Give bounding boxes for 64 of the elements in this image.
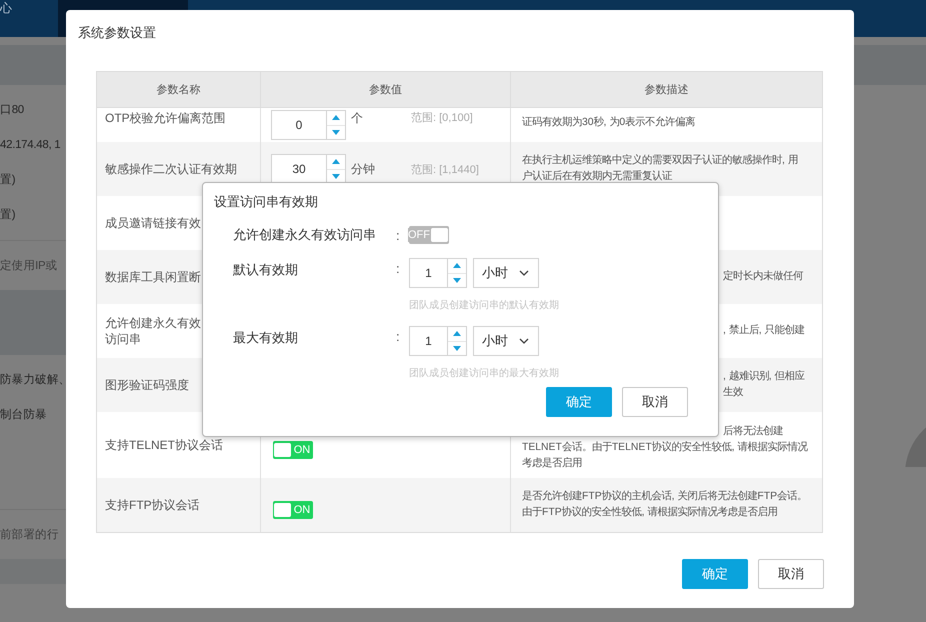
background-label: 42.174.48, 1 xyxy=(0,138,62,152)
parameter-description: , 越难识别, 但相应 生效 xyxy=(723,369,806,400)
parameter-description: TELNET会话。由于TELNET协议的安全性较低, 请根据实际情况 考虑是否启用 xyxy=(522,440,809,471)
unit-select[interactable]: 小时 xyxy=(473,258,539,288)
cancel-button[interactable]: 取消 xyxy=(758,559,824,589)
colon-text: : xyxy=(396,260,401,276)
chevron-down-icon xyxy=(519,338,529,344)
modal-title: 系统参数设置 xyxy=(78,24,156,41)
triangle-down-icon xyxy=(453,346,461,351)
field-label: 最大有效期 xyxy=(233,329,299,347)
field-label: 默认有效期 xyxy=(233,261,299,279)
parameter-name: 图形验证码强度 xyxy=(105,377,189,393)
section-header-band xyxy=(0,45,66,85)
number-field[interactable]: 30 xyxy=(271,154,326,184)
parameter-description: 在执行主机运维策略中定义的需要双因子认证的敏感操作时, 用 户认证后在有效期内无需重复认证 xyxy=(522,153,799,184)
range-hint: 范围: [1,1440] xyxy=(411,162,479,176)
parameter-description: 定时长内未做任何 xyxy=(723,269,804,284)
triangle-down-icon xyxy=(332,174,340,179)
background-label: 置) xyxy=(0,172,16,188)
field-label: 允许创建永久有效访问串 xyxy=(233,226,377,244)
parameter-name: 支持TELNET协议会话 xyxy=(105,437,224,453)
parameter-description: , 禁止后, 只能创建 xyxy=(723,323,806,338)
section-header-band xyxy=(854,45,926,85)
background-label: 防暴力破解、 xyxy=(0,372,66,388)
parameter-description: 证码有效期为30秒, 为0表示不允许偏离 xyxy=(522,115,696,130)
column-header: 参数值 xyxy=(261,72,511,107)
column-header: 参数名称 xyxy=(97,72,261,107)
parameter-name: 成员邀请链接有效 xyxy=(105,215,201,231)
unit-label: 个 xyxy=(351,110,364,127)
background-label: 制台防暴 xyxy=(0,408,48,423)
background-hint: 前部署的行 xyxy=(0,527,60,543)
parameter-name: 敏感操作二次认证有效期 xyxy=(105,161,237,177)
parameter-name: OTP校验允许偏离范围 xyxy=(105,110,226,126)
triangle-up-icon xyxy=(332,159,340,164)
parameter-name: 允许创建永久有效 访问串 xyxy=(105,315,201,347)
section-header-band xyxy=(0,290,66,355)
column-header: 参数描述 xyxy=(644,83,690,98)
unit-label: 分钟 xyxy=(351,160,376,178)
chevron-down-icon xyxy=(519,270,529,276)
range-hint: 范围: [0,100] xyxy=(411,111,473,125)
background-label: 口80 xyxy=(0,103,25,118)
triangle-up-icon xyxy=(453,263,461,268)
colon-text: : xyxy=(396,328,401,344)
parameter-description: 后将无法创建 xyxy=(723,424,784,439)
background-label: 置) xyxy=(0,208,16,223)
field-hint: 团队成员创建访问串的最大有效期 xyxy=(409,368,560,380)
colon-text: : xyxy=(396,228,401,242)
parameter-name: 数据库工具闲置断 xyxy=(105,269,201,285)
number-field[interactable]: 1 xyxy=(409,258,447,288)
number-field[interactable]: 0 xyxy=(271,110,326,140)
parameter-description: 是否允许创建FTP协议的主机会话, 关闭后将无法创建FTP会话。 由于FTP协议的安全性较低, 请根据实际情况考虑是否启用 xyxy=(522,489,808,520)
nav-tab[interactable]: 心 xyxy=(0,1,12,15)
triangle-up-icon xyxy=(453,331,461,336)
background-hint: 定使用IP或 xyxy=(0,258,58,274)
field-hint: 团队成员创建访问串的默认有效期 xyxy=(409,300,560,312)
cancel-button[interactable]: 取消 xyxy=(622,387,688,417)
number-field[interactable]: 1 xyxy=(409,326,447,356)
toggle-state-label: OFF xyxy=(408,228,430,242)
parameter-name: 支持FTP协议会话 xyxy=(105,497,200,513)
unit-select[interactable]: 小时 xyxy=(473,326,539,356)
triangle-up-icon xyxy=(332,115,340,120)
triangle-down-icon xyxy=(453,278,461,283)
triangle-down-icon xyxy=(332,130,340,135)
dialog-title: 设置访问串有效期 xyxy=(214,193,318,211)
